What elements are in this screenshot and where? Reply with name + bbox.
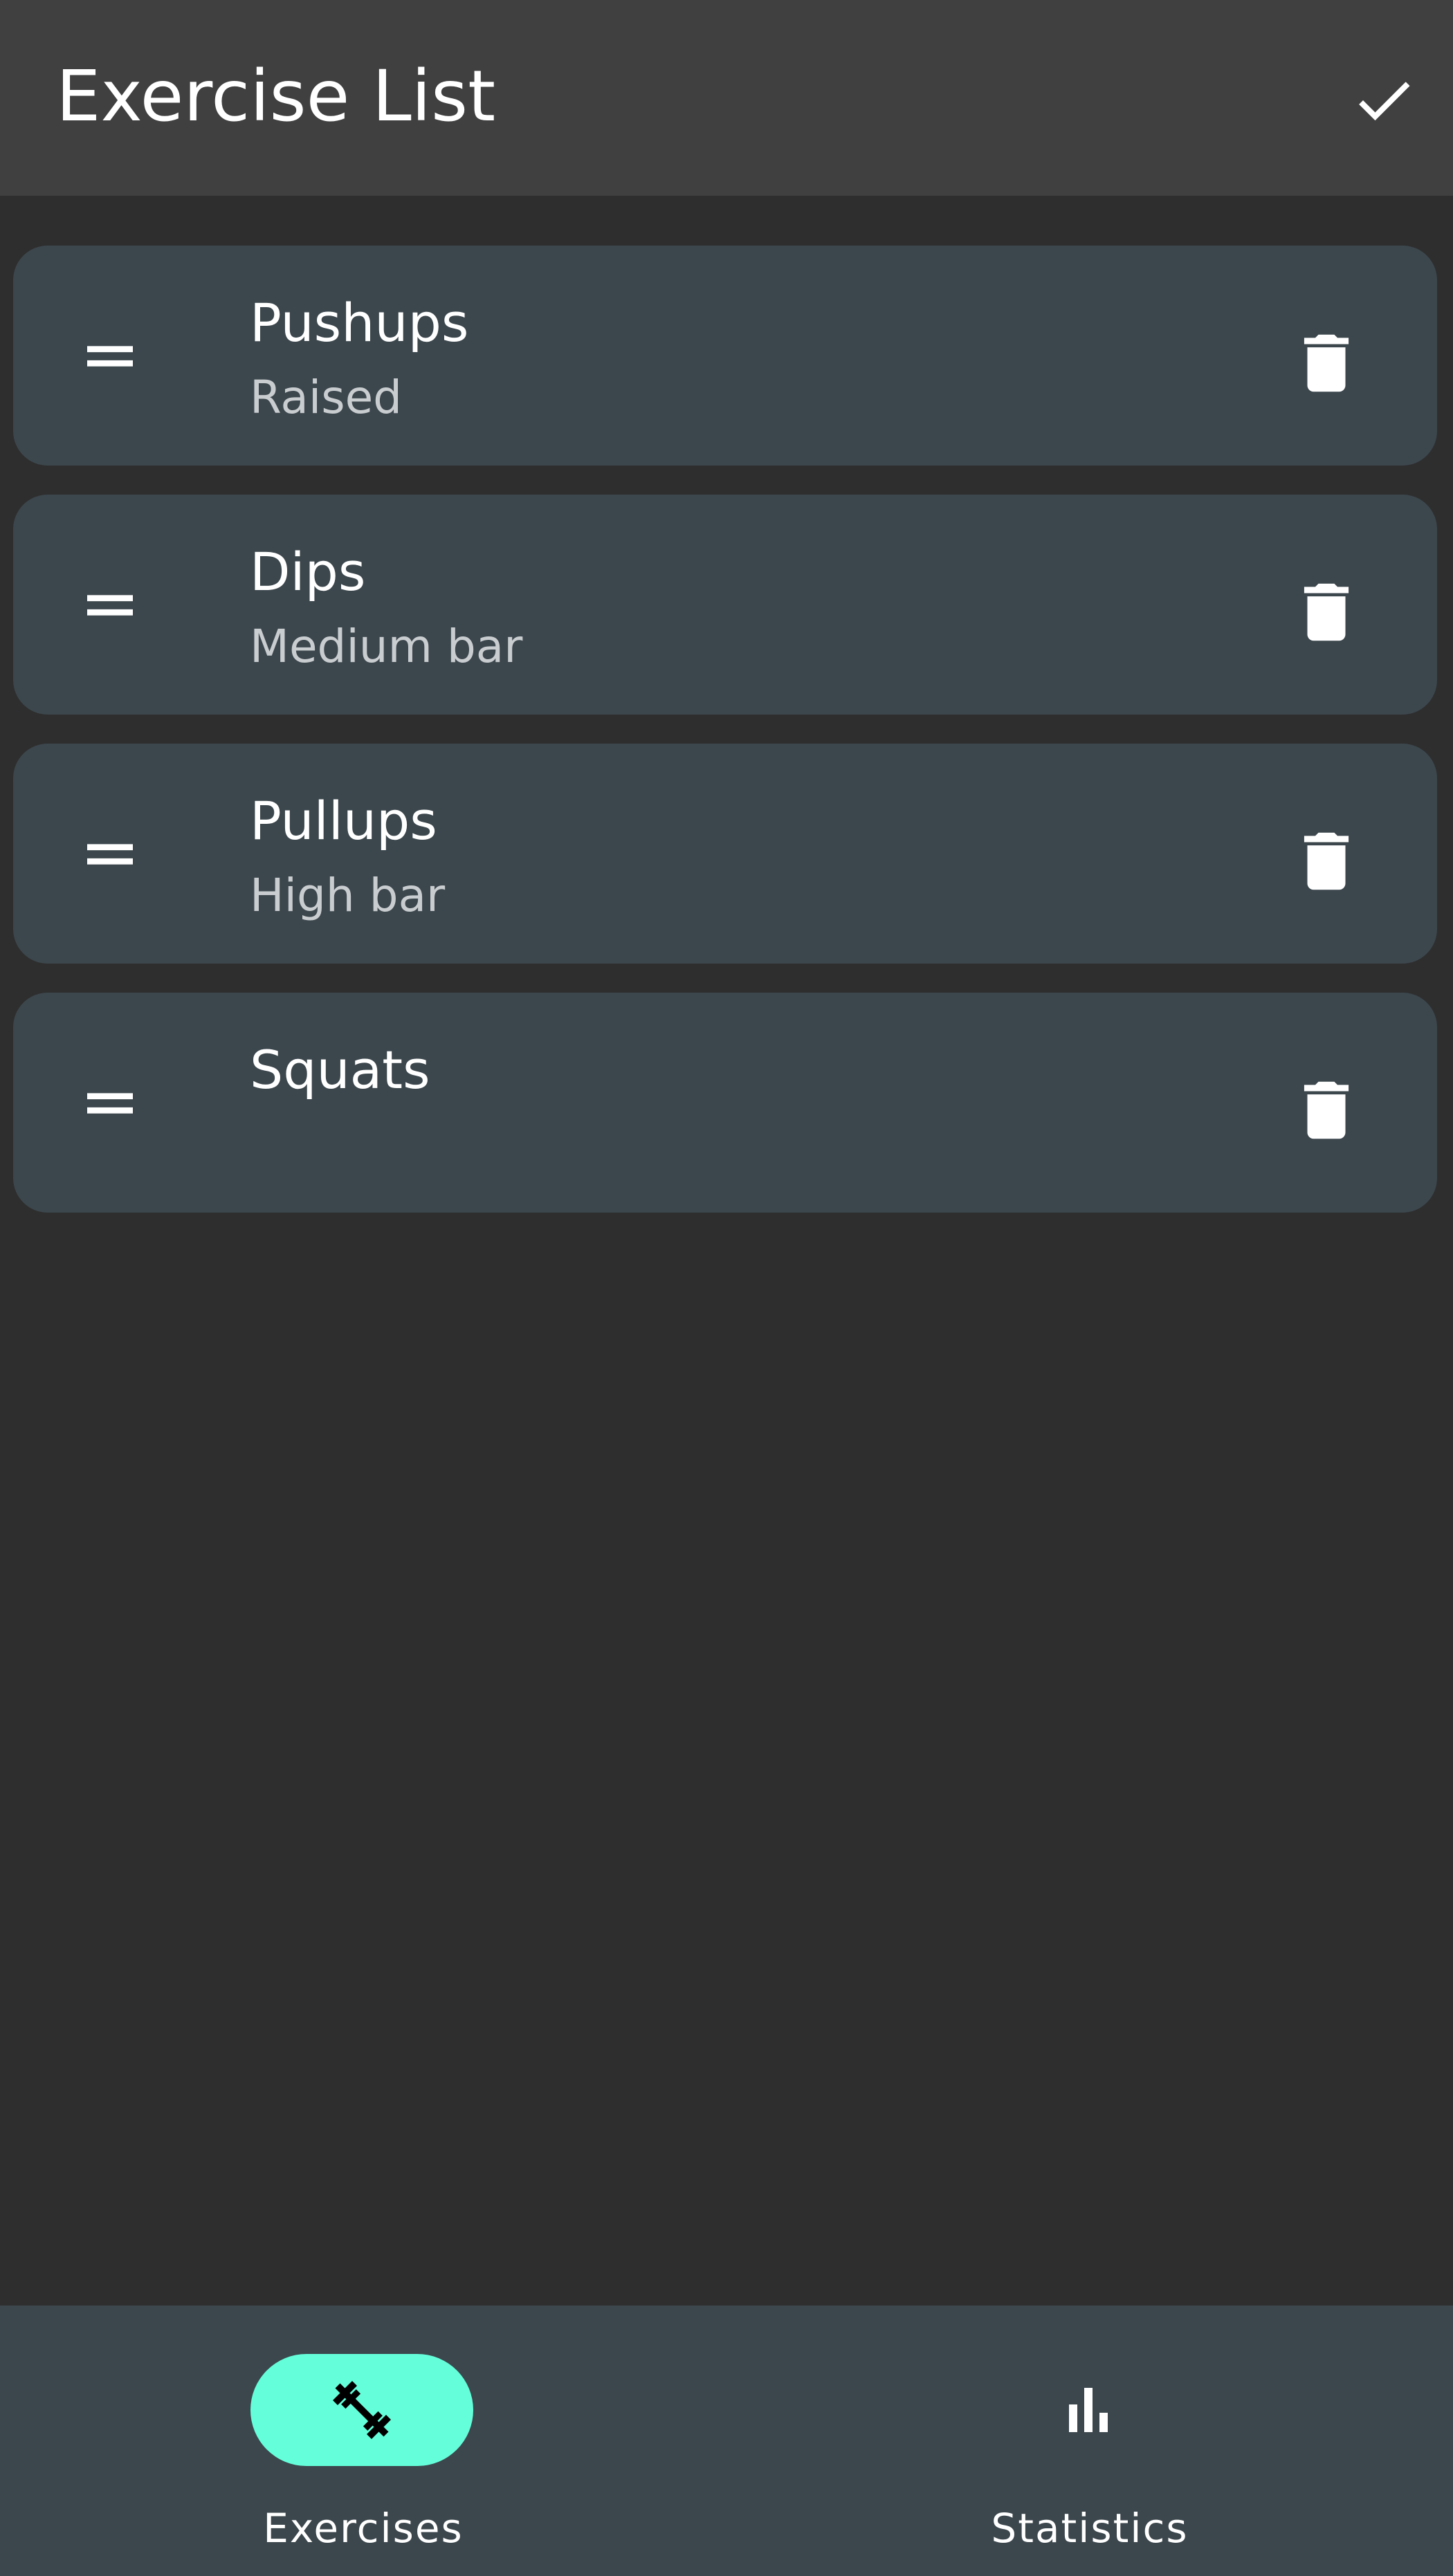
exercise-card-dips[interactable]: Dips Medium bar [13,495,1437,715]
trash-icon [1304,832,1349,890]
drag-handle-icon [87,1093,133,1114]
drag-handle[interactable] [68,813,152,896]
bar-chart-icon [1069,2388,1108,2432]
exercise-name: Pullups [250,790,437,852]
page-title: Exercise List [56,55,496,138]
trash-icon [1304,583,1349,641]
delete-button[interactable] [1278,564,1375,661]
exercise-variant: High bar [250,869,446,922]
trash-icon [1304,334,1349,392]
exercise-list: Pushups Raised Dips Medium bar Pullups H… [13,246,1437,1242]
drag-handle-icon [87,346,133,367]
done-button[interactable] [1315,42,1453,159]
exercise-name: Squats [250,1039,430,1101]
exercise-variant: Medium bar [250,620,523,673]
nav-label: Statistics [991,2505,1189,2552]
nav-label: Exercises [263,2505,464,2552]
exercise-card-pushups[interactable]: Pushups Raised [13,246,1437,466]
drag-handle[interactable] [68,564,152,647]
nav-item-statistics[interactable]: Statistics [726,2306,1453,2576]
bottom-navigation: Exercises Statistics [0,2306,1453,2576]
drag-handle-icon [87,844,133,865]
drag-handle[interactable] [68,1062,152,1145]
drag-handle[interactable] [68,315,152,398]
nav-icon-container [977,2354,1200,2466]
trash-icon [1304,1081,1349,1139]
delete-button[interactable] [1278,1062,1375,1159]
exercise-variant: Raised [250,371,403,424]
barbell-icon [332,2380,392,2440]
nav-active-indicator [250,2354,473,2466]
exercise-name: Pushups [250,292,469,353]
exercise-card-squats[interactable]: Squats [13,993,1437,1213]
app-root: Exercise List Pushups Raised Dips Medium… [0,0,1453,2576]
drag-handle-icon [87,595,133,616]
delete-button[interactable] [1278,315,1375,412]
nav-item-exercises[interactable]: Exercises [0,2306,726,2576]
delete-button[interactable] [1278,813,1375,910]
top-app-bar: Exercise List [0,0,1453,196]
exercise-name: Dips [250,541,366,602]
check-icon [1359,82,1410,121]
exercise-card-pullups[interactable]: Pullups High bar [13,744,1437,964]
